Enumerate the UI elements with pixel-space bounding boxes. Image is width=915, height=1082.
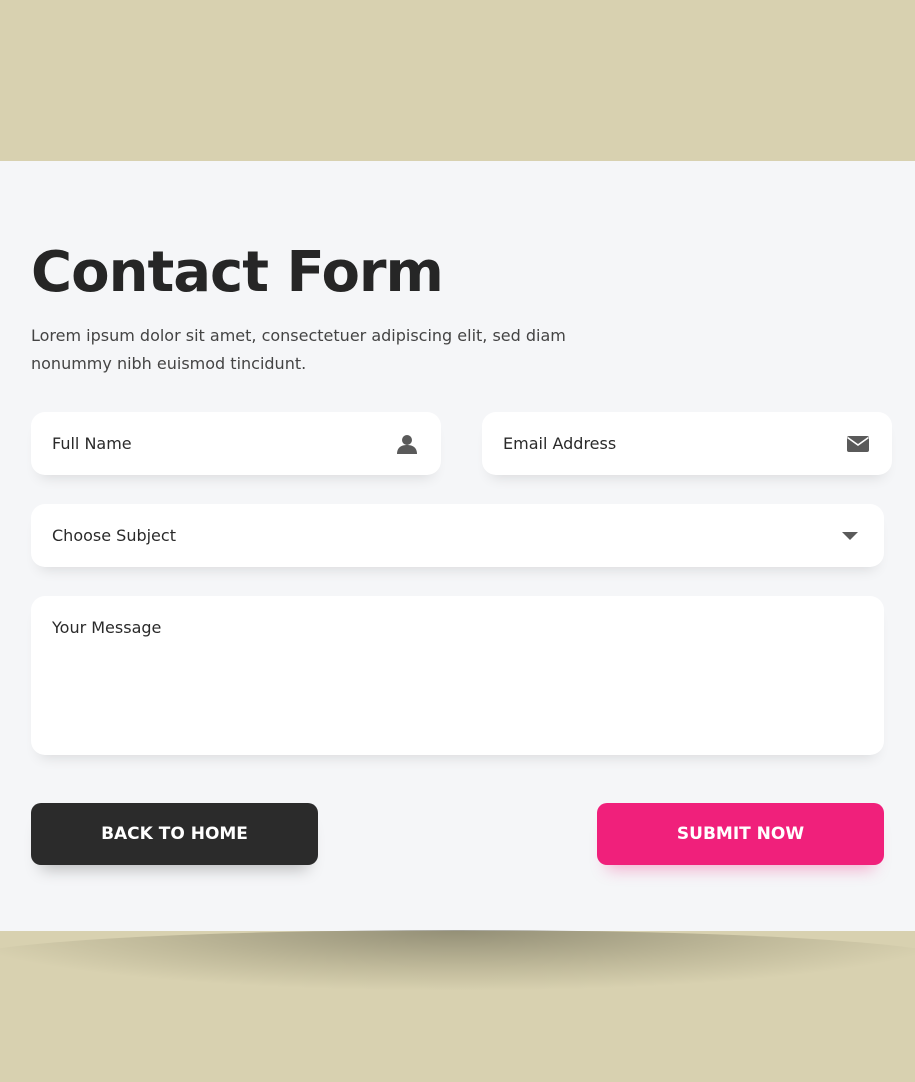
card-shadow bbox=[0, 930, 915, 990]
full-name-field[interactable]: Full Name bbox=[31, 412, 441, 475]
back-to-home-button[interactable]: BACK TO HOME bbox=[31, 803, 318, 865]
back-to-home-label: BACK TO HOME bbox=[101, 824, 248, 844]
message-textarea[interactable]: Your Message bbox=[31, 596, 884, 755]
choose-subject-placeholder: Choose Subject bbox=[52, 526, 176, 545]
email-address-placeholder: Email Address bbox=[503, 434, 617, 453]
user-icon bbox=[395, 432, 419, 456]
choose-subject-select[interactable]: Choose Subject bbox=[31, 504, 884, 567]
envelope-icon bbox=[846, 432, 870, 456]
full-name-placeholder: Full Name bbox=[52, 434, 132, 453]
submit-button[interactable]: SUBMIT NOW bbox=[597, 803, 884, 865]
page-title: Contact Form bbox=[31, 240, 444, 305]
message-placeholder: Your Message bbox=[52, 618, 162, 637]
email-address-field[interactable]: Email Address bbox=[482, 412, 892, 475]
submit-label: SUBMIT NOW bbox=[676, 824, 805, 844]
page-backdrop: Contact Form Lorem ipsum dolor sit amet,… bbox=[0, 0, 915, 1082]
page-description: Lorem ipsum dolor sit amet, consectetuer… bbox=[31, 326, 566, 373]
caret-down-icon[interactable] bbox=[838, 524, 862, 548]
